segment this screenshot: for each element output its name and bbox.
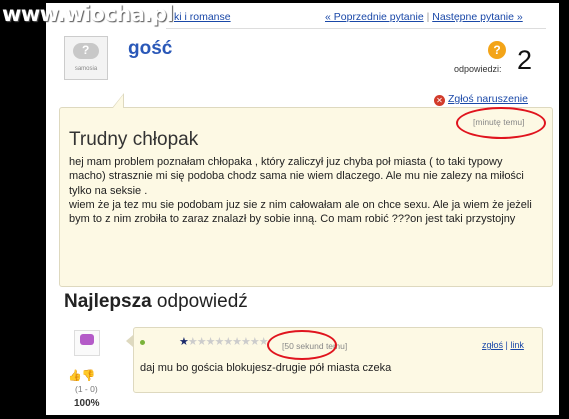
question-body: hej mam problem poznałam chłopaka , któr… (69, 155, 539, 226)
best-answer-heading: Najlepsza odpowiedź (64, 291, 248, 313)
thumbs-up-icon[interactable]: 👍 (68, 370, 82, 382)
answer-body: daj mu bo gościa blokujesz-drugie pół mi… (140, 362, 392, 374)
avatar-label: samosia (74, 66, 98, 72)
next-question-link[interactable]: Następne pytanie » (432, 11, 522, 23)
asker-avatar[interactable]: samosia (64, 36, 108, 80)
answers-label: odpowiedzi: (454, 64, 502, 74)
question-navigation: « Poprzednie pytanie | Następne pytanie … (325, 11, 523, 23)
highlight-circle-answer-time (267, 330, 337, 360)
vote-percentage: 100% (74, 398, 100, 409)
report-label: Zgłoś naruszenie (448, 93, 528, 105)
report-icon: ✕ (434, 95, 445, 106)
anonymous-user-icon (73, 43, 99, 59)
rating-stars-empty: ★★★★★★★★★ (187, 336, 269, 348)
report-violation-link[interactable]: ✕ Zgłoś naruszenie (434, 93, 528, 106)
question-title: Trudny chłopak (69, 129, 199, 150)
thumbs-vote: 👍👎 (68, 369, 95, 382)
previous-question-link[interactable]: « Poprzednie pytanie (325, 11, 424, 23)
breadcrumb-category-link[interactable]: ki i romanse (174, 11, 231, 23)
vote-count: (1 - 0) (75, 384, 98, 394)
thumbs-down-icon[interactable]: 👎 (82, 370, 96, 382)
best-answer-heading-bold: Najlepsza (64, 291, 152, 312)
question-bubble-pointer-fill (113, 95, 123, 108)
rating-stars: ★★★★★★★★★★ (179, 335, 269, 348)
page-frame: ki i romanse « Poprzednie pytanie | Nast… (46, 3, 559, 415)
answerer-avatar-image (80, 334, 94, 345)
answerer-avatar[interactable] (74, 330, 100, 356)
report-answer-link[interactable]: zgłoś (482, 340, 503, 350)
question-text: hej mam problem poznałam chłopaka , któr… (69, 156, 532, 226)
nav-separator: | (426, 11, 430, 23)
answer-actions-separator: | (505, 340, 508, 350)
highlight-circle-question-time (456, 107, 546, 139)
divider (166, 28, 546, 29)
best-answer-heading-rest: odpowiedź (151, 291, 248, 312)
watermark-logo: www.wiocha.pl (2, 2, 174, 26)
answer-permalink[interactable]: link (510, 340, 524, 350)
answer-actions: zgłoś | link (482, 340, 524, 350)
answers-count: 2 (517, 45, 533, 75)
answer-bubble-pointer (126, 335, 133, 347)
answers-question-icon: ? (488, 41, 506, 59)
online-status-dot (140, 340, 145, 345)
rating-star-filled: ★ (179, 336, 189, 348)
asker-username[interactable]: gość (128, 38, 172, 60)
